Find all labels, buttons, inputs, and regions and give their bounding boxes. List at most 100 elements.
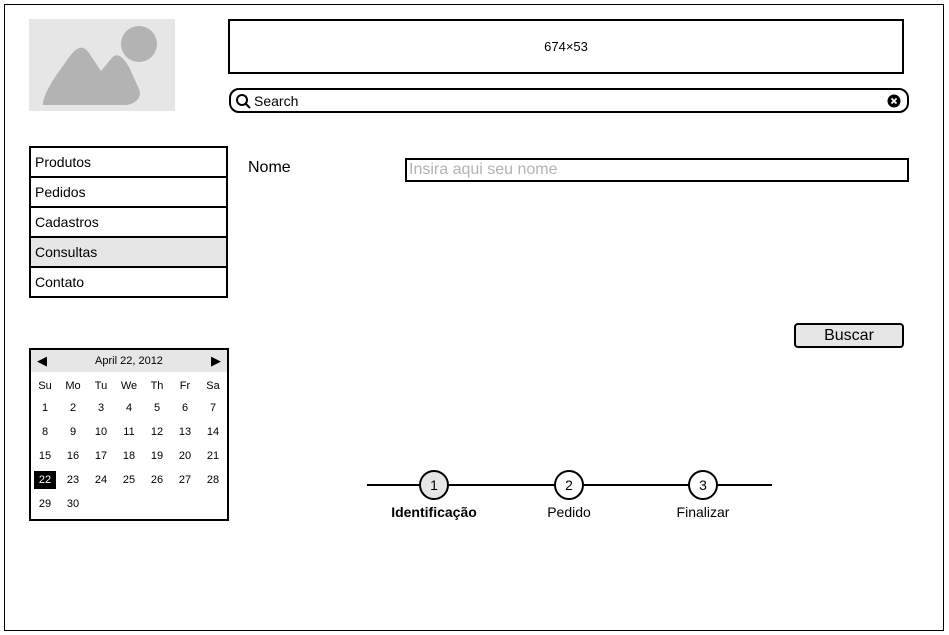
calendar-day-number: 14 bbox=[206, 426, 220, 438]
calendar-day[interactable]: 26 bbox=[143, 470, 171, 490]
calendar-day-selected[interactable]: 22 bbox=[31, 470, 59, 490]
calendar-day-number: 22 bbox=[34, 471, 56, 489]
step-label: Pedido bbox=[547, 504, 591, 520]
step-pedido[interactable]: 2 Pedido bbox=[509, 470, 629, 520]
step-number: 2 bbox=[554, 470, 584, 500]
calendar-day[interactable]: 5 bbox=[143, 398, 171, 418]
step-label: Finalizar bbox=[676, 504, 730, 520]
calendar-day-number: 4 bbox=[125, 402, 133, 414]
calendar-header: ◀ April 22, 2012 ▶ bbox=[31, 350, 227, 372]
stepper: 1 Identificação 2 Pedido 3 Finalizar bbox=[367, 470, 772, 520]
step-number: 3 bbox=[688, 470, 718, 500]
calendar-day-number: 20 bbox=[178, 450, 192, 462]
nav-item-pedidos[interactable]: Pedidos bbox=[29, 176, 228, 208]
calendar-day[interactable]: 16 bbox=[59, 446, 87, 466]
calendar-day[interactable]: 2 bbox=[59, 398, 87, 418]
calendar-day[interactable]: 11 bbox=[115, 422, 143, 442]
nav-item-consultas[interactable]: Consultas bbox=[29, 236, 228, 268]
step-identificacao[interactable]: 1 Identificação bbox=[374, 470, 494, 520]
calendar-weekday: Mo bbox=[65, 380, 81, 392]
calendar-weekday: We bbox=[120, 380, 138, 392]
calendar-day[interactable]: 9 bbox=[59, 422, 87, 442]
calendar-day-number: 28 bbox=[206, 474, 220, 486]
nav-item-label: Contato bbox=[35, 274, 85, 290]
clear-search-icon[interactable] bbox=[887, 94, 901, 108]
nav-item-label: Produtos bbox=[35, 154, 92, 170]
calendar-day[interactable]: 7 bbox=[199, 398, 227, 418]
calendar-day[interactable]: 28 bbox=[199, 470, 227, 490]
calendar-day[interactable]: 1 bbox=[31, 398, 59, 418]
calendar-day[interactable]: 23 bbox=[59, 470, 87, 490]
calendar: ◀ April 22, 2012 ▶ Su Mo Tu We Th Fr Sa 1 2 3 4 5 6 7… bbox=[29, 348, 229, 521]
triangle-left-icon[interactable]: ◀ bbox=[37, 353, 47, 369]
calendar-day[interactable]: 19 bbox=[143, 446, 171, 466]
calendar-day-number: 10 bbox=[94, 426, 108, 438]
calendar-day-number: 16 bbox=[66, 450, 80, 462]
calendar-day-number: 23 bbox=[66, 474, 80, 486]
step-number: 1 bbox=[419, 470, 449, 500]
calendar-day-number: 26 bbox=[150, 474, 164, 486]
search-bar[interactable] bbox=[229, 88, 909, 113]
nav-item-label: Cadastros bbox=[35, 214, 99, 230]
calendar-day[interactable]: 21 bbox=[199, 446, 227, 466]
triangle-right-icon[interactable]: ▶ bbox=[211, 353, 221, 369]
calendar-day-number: 2 bbox=[69, 402, 77, 414]
calendar-day-number: 21 bbox=[206, 450, 220, 462]
header-placeholder-label: 674×53 bbox=[544, 39, 588, 54]
nav-item-produtos[interactable]: Produtos bbox=[29, 146, 228, 178]
calendar-weekday: Sa bbox=[206, 380, 220, 392]
calendar-weekday: Fr bbox=[179, 380, 191, 392]
nav-item-contato[interactable]: Contato bbox=[29, 266, 228, 298]
search-icon bbox=[236, 93, 251, 109]
calendar-day-number: 12 bbox=[150, 426, 164, 438]
calendar-weekday: Tu bbox=[94, 380, 108, 392]
calendar-day-number: 1 bbox=[41, 402, 49, 414]
step-label: Identificação bbox=[391, 504, 477, 520]
image-icon bbox=[43, 26, 157, 105]
calendar-day[interactable]: 25 bbox=[115, 470, 143, 490]
calendar-day-number: 24 bbox=[94, 474, 108, 486]
calendar-day[interactable]: 6 bbox=[171, 398, 199, 418]
calendar-day[interactable]: 30 bbox=[59, 494, 87, 514]
calendar-day-number: 8 bbox=[41, 426, 49, 438]
calendar-day-number: 11 bbox=[123, 426, 135, 438]
calendar-day-number: 5 bbox=[153, 402, 161, 414]
calendar-day[interactable]: 3 bbox=[87, 398, 115, 418]
calendar-day-number: 9 bbox=[69, 426, 77, 438]
nav-item-label: Consultas bbox=[35, 244, 98, 260]
calendar-weekday: Su bbox=[38, 380, 52, 392]
logo-image-placeholder bbox=[29, 19, 175, 111]
calendar-day[interactable]: 18 bbox=[115, 446, 143, 466]
calendar-day[interactable]: 10 bbox=[87, 422, 115, 442]
calendar-day[interactable]: 29 bbox=[31, 494, 59, 514]
calendar-day[interactable]: 27 bbox=[171, 470, 199, 490]
calendar-day-number: 30 bbox=[66, 498, 80, 510]
calendar-day[interactable]: 24 bbox=[87, 470, 115, 490]
calendar-day[interactable]: 4 bbox=[115, 398, 143, 418]
calendar-day-number: 18 bbox=[122, 450, 136, 462]
calendar-day[interactable]: 15 bbox=[31, 446, 59, 466]
nav-item-label: Pedidos bbox=[35, 184, 86, 200]
calendar-grid: Su Mo Tu We Th Fr Sa 1 2 3 4 5 6 7 8 9 10 11 12 13 14 15 16 17 1… bbox=[31, 372, 227, 514]
search-button[interactable]: Buscar bbox=[794, 323, 904, 348]
name-input[interactable] bbox=[405, 158, 909, 182]
step-finalizar[interactable]: 3 Finalizar bbox=[643, 470, 763, 520]
calendar-day-number: 17 bbox=[94, 450, 108, 462]
calendar-day[interactable]: 20 bbox=[171, 446, 199, 466]
calendar-day-number: 29 bbox=[38, 498, 52, 510]
calendar-day[interactable]: 8 bbox=[31, 422, 59, 442]
sidebar-nav: Produtos Pedidos Cadastros Consultas Con… bbox=[29, 146, 228, 298]
calendar-day-number: 19 bbox=[150, 450, 164, 462]
calendar-day-number: 25 bbox=[122, 474, 136, 486]
calendar-day[interactable]: 12 bbox=[143, 422, 171, 442]
calendar-day[interactable]: 13 bbox=[171, 422, 199, 442]
name-label: Nome bbox=[248, 159, 291, 176]
calendar-day[interactable]: 17 bbox=[87, 446, 115, 466]
calendar-day-number: 27 bbox=[178, 474, 192, 486]
nav-item-cadastros[interactable]: Cadastros bbox=[29, 206, 228, 238]
search-input[interactable] bbox=[254, 92, 887, 109]
calendar-day-number: 15 bbox=[38, 450, 52, 462]
calendar-day-number: 6 bbox=[181, 402, 189, 414]
calendar-weekday: Th bbox=[150, 380, 164, 392]
calendar-day[interactable]: 14 bbox=[199, 422, 227, 442]
